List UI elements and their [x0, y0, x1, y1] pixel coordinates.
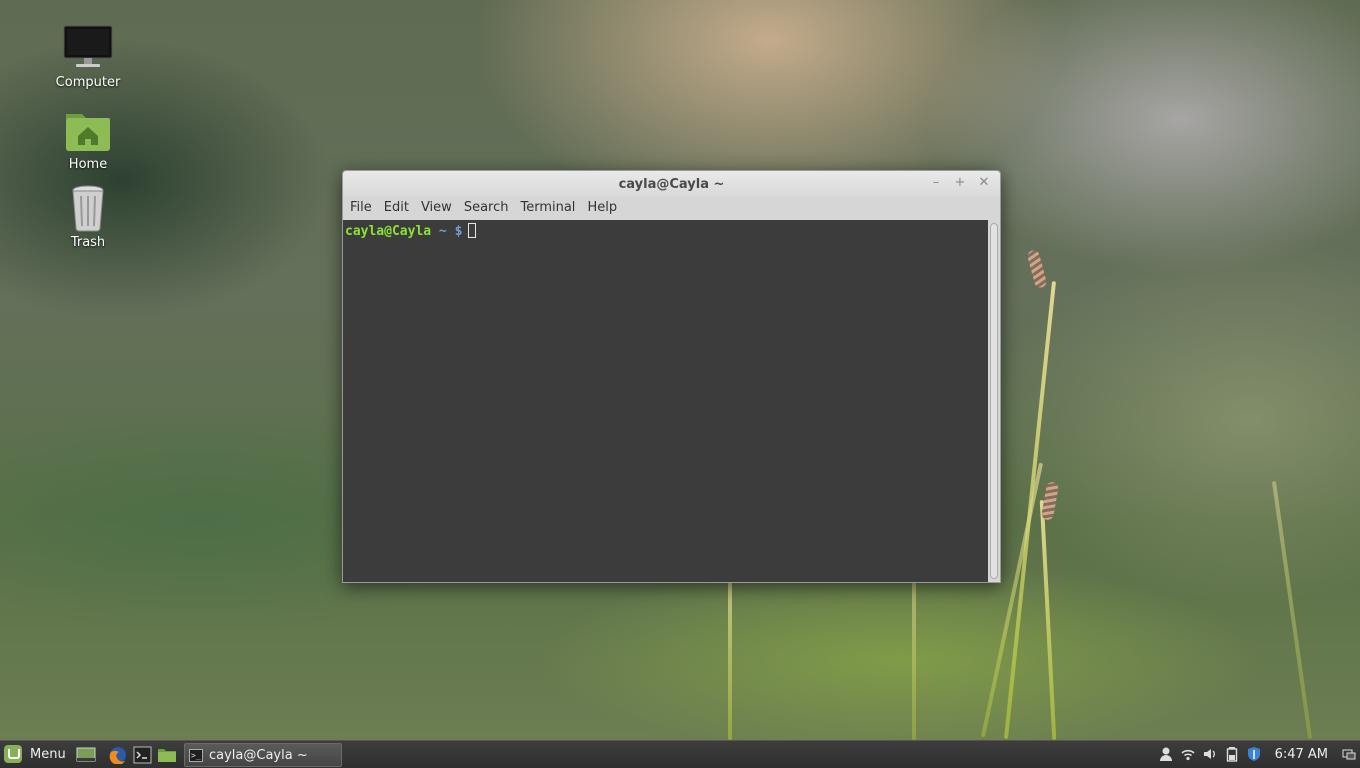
- files-icon[interactable]: [157, 746, 177, 764]
- terminal-small-icon: >_: [189, 748, 203, 762]
- menu-search[interactable]: Search: [458, 197, 515, 219]
- menu-file[interactable]: File: [344, 197, 378, 219]
- menu-view[interactable]: View: [415, 197, 458, 219]
- grass-blade: [912, 560, 916, 740]
- terminal-icon[interactable]: [133, 746, 153, 764]
- firefox-icon[interactable]: [108, 746, 128, 765]
- panel-clock[interactable]: 6:47 AM: [1275, 747, 1328, 762]
- maximize-button[interactable]: +: [952, 175, 968, 191]
- menu-label: Menu: [30, 746, 66, 762]
- scrollbar-thumb[interactable]: [990, 223, 998, 579]
- shield-icon[interactable]: [1247, 746, 1261, 762]
- battery-icon[interactable]: [1225, 746, 1239, 762]
- prompt-directory: ~: [438, 224, 447, 239]
- grass-seedhead: [1026, 249, 1048, 289]
- start-menu-button[interactable]: Menu: [4, 745, 66, 763]
- prompt-user-host: cayla@Cayla: [345, 224, 432, 239]
- menu-edit[interactable]: Edit: [378, 197, 415, 219]
- minimize-button[interactable]: –: [928, 175, 944, 191]
- show-desktop-icon[interactable]: [76, 746, 96, 764]
- desktop-icon-trash[interactable]: Trash: [40, 184, 136, 250]
- terminal-window[interactable]: cayla@Cayla ~ – + ✕ File Edit View Searc…: [342, 170, 1001, 583]
- grass-seedhead: [1040, 481, 1060, 521]
- wifi-icon[interactable]: [1181, 746, 1195, 762]
- window-controls: – + ✕: [928, 175, 992, 191]
- desktop-icon-label: Home: [68, 157, 108, 172]
- taskbar-window-terminal[interactable]: >_ cayla@Cayla ~: [184, 743, 342, 767]
- workspace-switcher-icon[interactable]: [1342, 746, 1356, 762]
- system-tray: 6:47 AM: [1159, 746, 1356, 762]
- trash-icon: [62, 184, 114, 232]
- window-title: cayla@Cayla ~: [618, 177, 725, 192]
- prompt-symbol: $: [454, 224, 463, 239]
- mint-logo-icon: [4, 745, 22, 763]
- menu-help[interactable]: Help: [581, 197, 623, 219]
- window-titlebar[interactable]: cayla@Cayla ~ – + ✕: [343, 171, 1000, 197]
- home-folder-icon: [62, 106, 114, 154]
- monitor-icon: [62, 24, 114, 72]
- menu-terminal[interactable]: Terminal: [514, 197, 581, 219]
- menubar: File Edit View Search Terminal Help: [343, 197, 1000, 219]
- taskbar-panel: Menu >_ cayla@Cayla ~ 6:47 AM: [0, 740, 1360, 768]
- volume-icon[interactable]: [1203, 746, 1217, 762]
- terminal-scrollbar[interactable]: [988, 220, 1000, 582]
- terminal-output[interactable]: cayla@Cayla ~ $: [343, 220, 988, 582]
- grass-blade: [728, 580, 732, 740]
- text-cursor: [468, 223, 477, 238]
- desktop-icon-label: Trash: [70, 235, 106, 250]
- grass-blade: [1039, 500, 1057, 740]
- close-button[interactable]: ✕: [976, 175, 992, 191]
- desktop-icon-home[interactable]: Home: [40, 106, 136, 172]
- desktop-icon-computer[interactable]: Computer: [40, 24, 136, 90]
- taskbar-window-label: cayla@Cayla ~: [209, 747, 308, 763]
- user-icon[interactable]: [1159, 746, 1173, 762]
- desktop-icon-label: Computer: [55, 75, 121, 90]
- grass-blade: [1271, 480, 1313, 740]
